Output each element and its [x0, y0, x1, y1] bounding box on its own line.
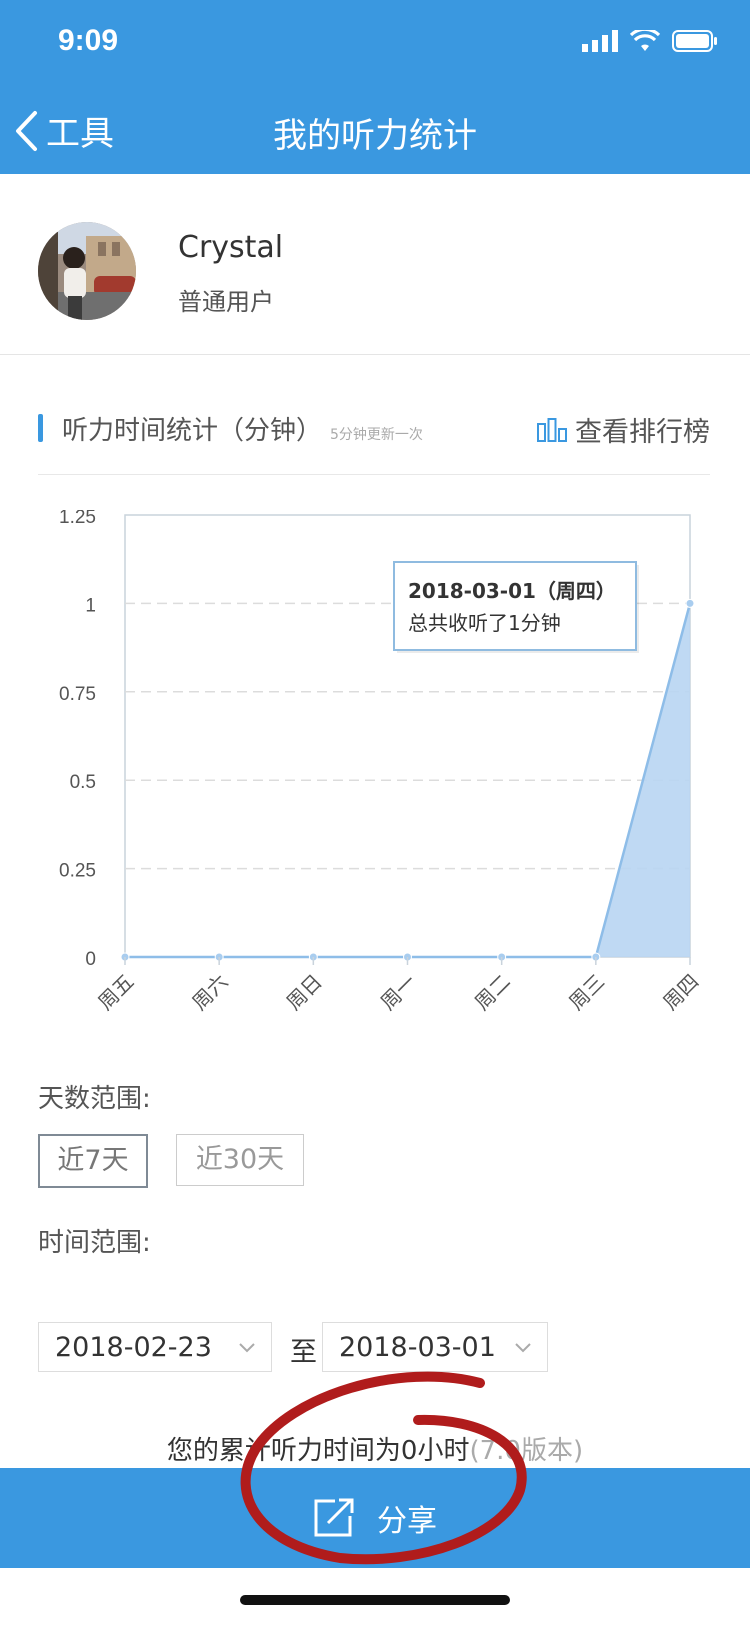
- y-tick-label: 0.5: [70, 772, 96, 793]
- end-date-select[interactable]: 2018-03-01: [322, 1322, 548, 1372]
- status-time: 9:09: [58, 24, 119, 57]
- y-tick-label: 0: [85, 949, 96, 970]
- data-point: [685, 598, 695, 608]
- bar-chart-icon: [537, 417, 567, 442]
- listening-time-chart: 1.25 1 0.75 0.5 0.25 0周五 周六 周日 周一 周二 周三 周四 2018-03-0…: [59, 510, 703, 1015]
- version-note: (7.0版本): [469, 1436, 584, 1466]
- x-tick-label: 周日: [282, 969, 327, 1014]
- start-date-select[interactable]: 2018-02-23: [38, 1322, 272, 1372]
- chevron-down-icon: [515, 1343, 531, 1353]
- x-tick-label: 周一: [376, 969, 421, 1014]
- stats-title-text: 听力时间统计（分钟）: [62, 416, 323, 446]
- avatar: [38, 222, 136, 320]
- ranking-link[interactable]: 查看排行榜: [537, 410, 710, 449]
- tooltip-box: [393, 561, 637, 651]
- y-tick-label: 1: [85, 595, 96, 616]
- start-date-value: 2018-02-23: [55, 1331, 212, 1363]
- home-indicator: [240, 1595, 510, 1605]
- user-name: Crystal: [178, 230, 284, 265]
- share-icon: [314, 1498, 354, 1537]
- stats-update-note: 5分钟更新一次: [330, 427, 423, 443]
- profile-card: Crystal 普通用户: [0, 174, 750, 355]
- x-tick-label: 周六: [187, 969, 232, 1014]
- tooltip-text: 总共收听了1分钟: [408, 611, 561, 635]
- y-tick-label: 0.75: [59, 684, 96, 705]
- range-30-days-button[interactable]: 近30天: [176, 1134, 304, 1186]
- battery-icon: [672, 30, 717, 52]
- y-tick-label: 1.25: [59, 510, 96, 528]
- section-accent-bar: [38, 414, 43, 442]
- ranking-label: 查看排行榜: [575, 417, 710, 448]
- page-title: 我的听力统计: [273, 116, 477, 156]
- day-range-label: 天数范围:: [38, 1084, 151, 1114]
- share-label: 分享: [377, 1504, 437, 1539]
- to-label: 至: [290, 1337, 317, 1368]
- wifi-icon: [630, 30, 660, 51]
- x-tick-label: 周二: [470, 969, 515, 1014]
- y-tick-label: 0.25: [59, 861, 96, 882]
- end-date-value: 2018-03-01: [339, 1331, 496, 1363]
- cellular-signal-icon: [582, 30, 618, 52]
- nav-bar: 工具 我的听力统计: [0, 88, 750, 174]
- summary-text: 您的累计听力时间为0小时: [166, 1436, 470, 1466]
- stats-title: 听力时间统计（分钟） 5分钟更新一次: [62, 410, 423, 447]
- total-listening-summary: 您的累计听力时间为0小时(7.0版本): [0, 1430, 750, 1467]
- status-icons: [582, 30, 718, 52]
- user-type: 普通用户: [178, 288, 274, 316]
- x-tick-label: 周五: [93, 969, 138, 1014]
- tooltip-title: 2018-03-01（周四）: [408, 579, 616, 603]
- chevron-down-icon: [239, 1343, 255, 1353]
- share-button[interactable]: 分享: [0, 1468, 750, 1568]
- x-tick-label: 周四: [658, 969, 703, 1014]
- x-tick-label: 周三: [564, 969, 609, 1014]
- stats-header: 听力时间统计（分钟） 5分钟更新一次 查看排行榜: [38, 400, 710, 475]
- range-7-days-button[interactable]: 近7天: [38, 1134, 148, 1188]
- status-bar: 9:09: [0, 0, 750, 88]
- time-range-label: 时间范围:: [38, 1228, 151, 1258]
